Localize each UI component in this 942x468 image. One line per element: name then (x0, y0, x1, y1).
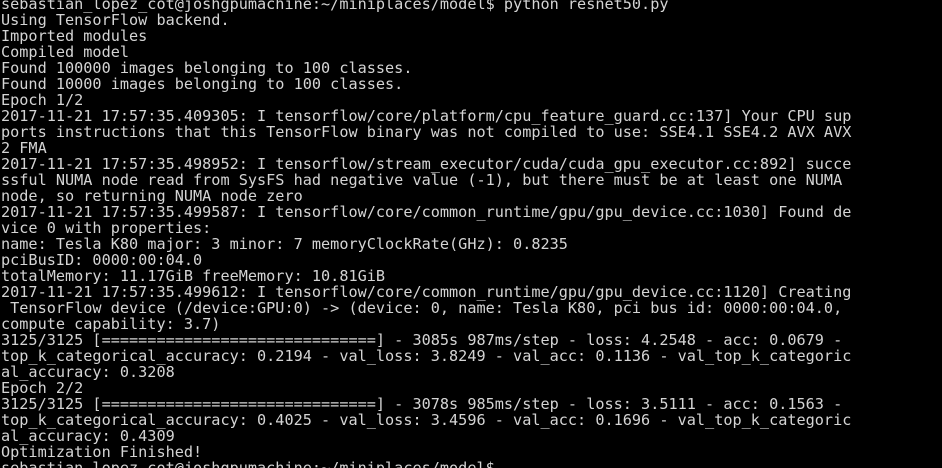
terminal-line: top_k_categorical_accuracy: 0.4025 - val… (1, 411, 852, 429)
terminal-line: 3125/3125 [=============================… (1, 331, 843, 349)
terminal-line: Using TensorFlow backend. (1, 11, 230, 29)
terminal-line: top_k_categorical_accuracy: 0.2194 - val… (1, 347, 852, 365)
terminal-line: 2017-11-21 17:57:35.499612: I tensorflow… (1, 283, 852, 301)
terminal-line: Found 100000 images belonging to 100 cla… (1, 59, 413, 77)
terminal-line: TensorFlow device (/device:GPU:0) -> (de… (1, 299, 843, 317)
terminal-line: name: Tesla K80 major: 3 minor: 7 memory… (1, 235, 568, 253)
terminal-line: Imported modules (1, 27, 148, 45)
terminal-line: Optimization Finished! (1, 443, 203, 461)
terminal-line: node, so returning NUMA node zero (1, 187, 303, 205)
terminal-line: Compiled model (1, 43, 130, 61)
terminal-line: 2017-11-21 17:57:35.498952: I tensorflow… (1, 155, 852, 173)
terminal-line: al_accuracy: 0.3208 (1, 363, 175, 381)
terminal-line: compute capability: 3.7) (1, 315, 221, 333)
terminal-line: vice 0 with properties: (1, 219, 212, 237)
terminal-line: 2017-11-21 17:57:35.499587: I tensorflow… (1, 203, 852, 221)
terminal-line: Found 10000 images belonging to 100 clas… (1, 75, 404, 93)
terminal-line: ports instructions that this TensorFlow … (1, 123, 852, 141)
terminal-line: pciBusID: 0000:00:04.0 (1, 251, 203, 269)
terminal-line: 2017-11-21 17:57:35.409305: I tensorflow… (1, 107, 852, 125)
terminal-line: Epoch 2/2 (1, 379, 84, 397)
terminal-prompt-line[interactable]: sebastian_lopez_cot@joshgpumachine:~/min… (1, 460, 851, 468)
terminal-line: ssful NUMA node read from SysFS had nega… (1, 171, 843, 189)
terminal-output: sebastian_lopez_cot@joshgpumachine:~/min… (1, 0, 851, 468)
terminal-line: al_accuracy: 0.4309 (1, 427, 175, 445)
terminal-line: 2 FMA (1, 139, 47, 157)
terminal-window[interactable]: sebastian_lopez_cot@joshgpumachine:~/min… (0, 0, 942, 468)
terminal-line: totalMemory: 11.17GiB freeMemory: 10.81G… (1, 267, 386, 285)
terminal-line: Epoch 1/2 (1, 91, 84, 109)
terminal-line: 3125/3125 [=============================… (1, 395, 843, 413)
